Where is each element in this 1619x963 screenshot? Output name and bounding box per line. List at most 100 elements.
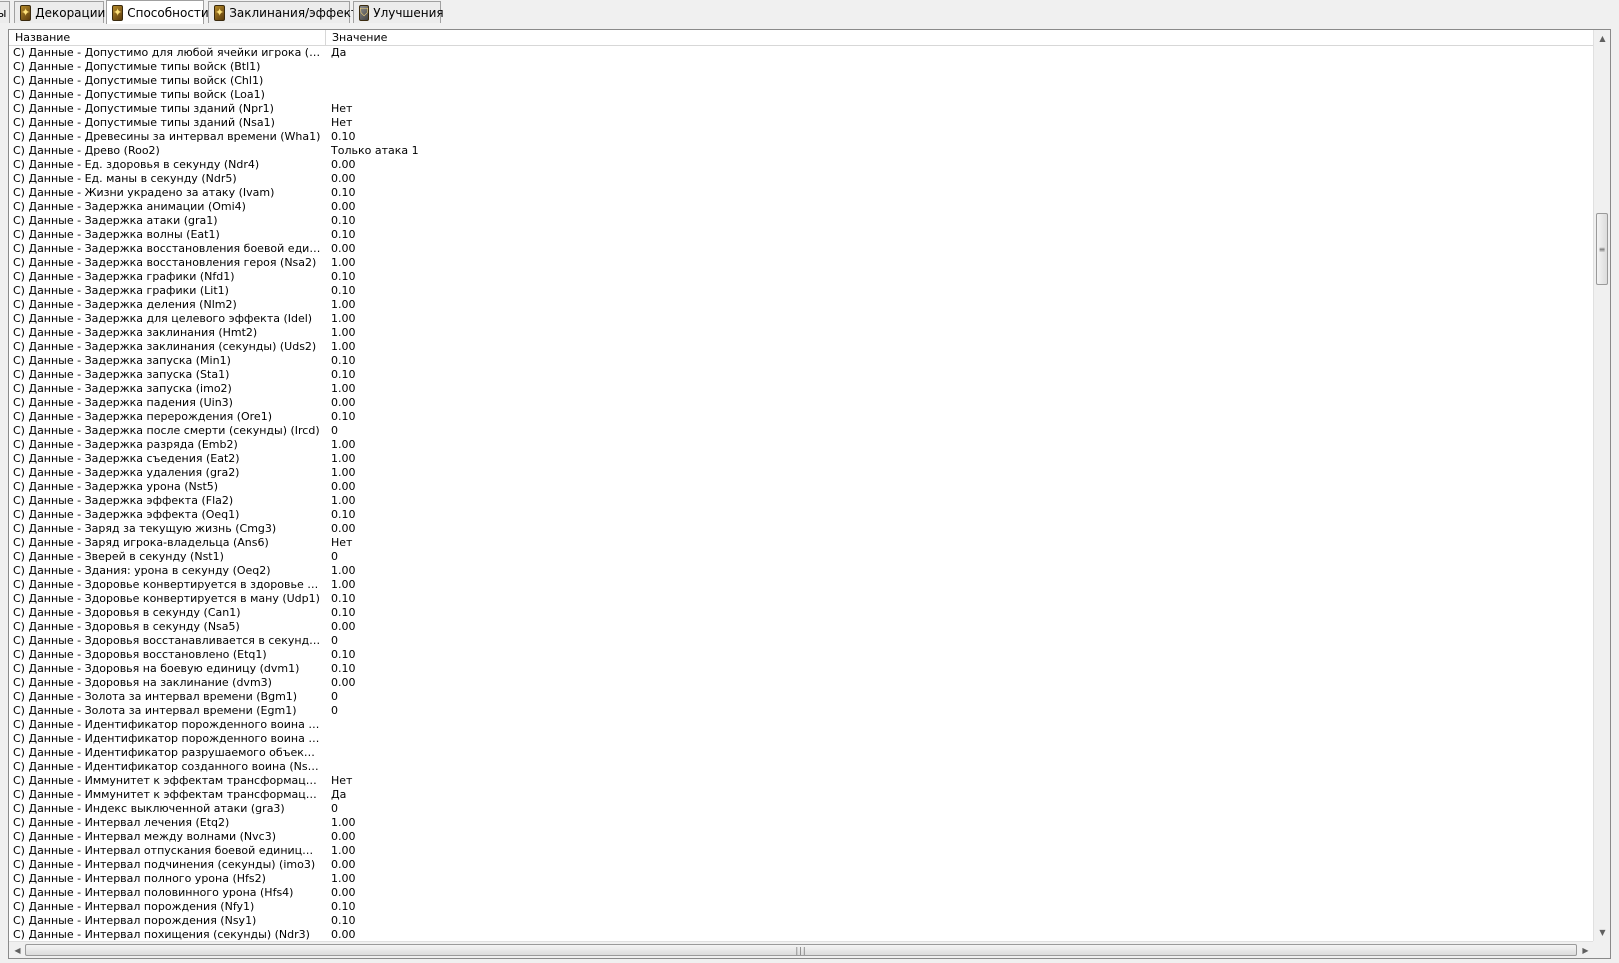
table-row[interactable]: C) Данные - Задержка эффекта (Fla2) 1.00	[9, 494, 1594, 508]
tab-label: Способности	[127, 5, 209, 20]
table-row[interactable]: C) Данные - Ед. маны в секунду (Ndr5) 0.0…	[9, 172, 1594, 186]
table-row[interactable]: C) Данные - Золота за интервал времени (…	[9, 690, 1594, 704]
table-row[interactable]: C) Данные - Допустимые типы войск (Chl1)	[9, 74, 1594, 88]
table-row[interactable]: C) Данные - Задержка заклинания (Hmt2) 1.…	[9, 326, 1594, 340]
table-row[interactable]: C) Данные - Допустимые типы войск (Loa1)	[9, 88, 1594, 102]
table-row[interactable]: C) Данные - Задержка деления (Nlm2) 1.00	[9, 298, 1594, 312]
property-value: 1.00	[331, 452, 356, 465]
table-row[interactable]: C) Данные - Задержка волны (Eat1) 0.10	[9, 228, 1594, 242]
table-row[interactable]: C) Данные - Идентификатор порожденного в…	[9, 732, 1594, 746]
property-value: 0	[331, 802, 338, 815]
horizontal-scrollbar[interactable]: ◀ ||| ▶	[9, 941, 1594, 958]
table-row[interactable]: C) Данные - Допустимые типы зданий (Nsa1…	[9, 116, 1594, 130]
property-value: 0.00	[331, 172, 356, 185]
table-row[interactable]: C) Данные - Интервал между волнами (Nvc3…	[9, 830, 1594, 844]
table-row[interactable]: C) Данные - Заряд игрока-владельца (Ans6…	[9, 536, 1594, 550]
property-name: C) Данные - Интервал половинного урона (…	[13, 886, 294, 899]
table-row[interactable]: C) Данные - Интервал лечения (Etq2) 1.00	[9, 816, 1594, 830]
property-value: 1.00	[331, 816, 356, 829]
tab-abilities[interactable]: ✦ Способности	[106, 0, 209, 24]
table-row[interactable]: C) Данные - Задержка перерождения (Ore1)…	[9, 410, 1594, 424]
property-value: 0.10	[331, 410, 356, 423]
table-row[interactable]: C) Данные - Здоровья на боевую единицу (…	[9, 662, 1594, 676]
property-value: 1.00	[331, 844, 356, 857]
table-row[interactable]: C) Данные - Здания: урона в секунду (Oeq…	[9, 564, 1594, 578]
table-row[interactable]: C) Данные - Задержка запуска (imo2) 1.00	[9, 382, 1594, 396]
table-row[interactable]: C) Данные - Допустимые типы войск (Btl1)	[9, 60, 1594, 74]
table-row[interactable]: C) Данные - Задержка анимации (Omi4) 0.00	[9, 200, 1594, 214]
table-row[interactable]: C) Данные - Задержка разряда (Emb2) 1.00	[9, 438, 1594, 452]
table-row[interactable]: C) Данные - Идентификатор разрушаемого о…	[9, 746, 1594, 760]
scroll-right-icon[interactable]: ▶	[1577, 942, 1594, 958]
tab-bar: ы ✦ Декорации ✦ Способности ✦ Заклинания…	[0, 0, 1619, 28]
table-row[interactable]: C) Данные - Задержка графики (Lit1) 0.10	[9, 284, 1594, 298]
property-value: 0.10	[331, 914, 356, 927]
table-row[interactable]: C) Данные - Индекс выключенной атаки (gr…	[9, 802, 1594, 816]
decoration-icon: ✦	[20, 4, 32, 21]
scroll-left-icon[interactable]: ◀	[9, 942, 26, 958]
table-row[interactable]: C) Данные - Задержка графики (Nfd1) 0.10	[9, 270, 1594, 284]
table-row[interactable]: C) Данные - Зверей в секунду (Nst1) 0	[9, 550, 1594, 564]
table-row[interactable]: C) Данные - Здоровье конвертируется в зд…	[9, 578, 1594, 592]
scroll-up-icon[interactable]: ▲	[1594, 30, 1610, 47]
table-row[interactable]: C) Данные - Задержка восстановления боев…	[9, 242, 1594, 256]
property-name: C) Данные - Допустимые типы зданий (Npr1…	[13, 102, 274, 115]
property-name: C) Данные - Интервал полного урона (Hfs2…	[13, 872, 266, 885]
table-row[interactable]: C) Данные - Здоровья на заклинание (dvm3…	[9, 676, 1594, 690]
vertical-scrollbar[interactable]: ▲ ≡ ▼	[1593, 30, 1610, 941]
table-row[interactable]: C) Данные - Задержка восстановления геро…	[9, 256, 1594, 270]
table-row[interactable]: C) Данные - Интервал подчинения (секунды…	[9, 858, 1594, 872]
column-header-name[interactable]: Название	[9, 30, 326, 45]
tab-partial[interactable]: ы	[0, 1, 10, 23]
table-row[interactable]: C) Данные - Идентификатор порожденного в…	[9, 718, 1594, 732]
tab-label: ы	[0, 5, 7, 20]
table-row[interactable]: C) Данные - Здоровья восстановлено (Etq1…	[9, 648, 1594, 662]
table-row[interactable]: C) Данные - Задержка заклинания (секунды…	[9, 340, 1594, 354]
table-row[interactable]: C) Данные - Древесины за интервал времен…	[9, 130, 1594, 144]
property-name: C) Данные - Задержка графики (Nfd1)	[13, 270, 235, 283]
table-row[interactable]: C) Данные - Интервал полного урона (Hfs2…	[9, 872, 1594, 886]
table-row[interactable]: C) Данные - Иммунитет к эффектам трансфо…	[9, 788, 1594, 802]
table-row[interactable]: C) Данные - Интервал половинного урона (…	[9, 886, 1594, 900]
table-row[interactable]: C) Данные - Допустимые типы зданий (Npr1…	[9, 102, 1594, 116]
tab-spells-effects[interactable]: ✦ Заклинания/эффекты	[208, 1, 367, 23]
table-row[interactable]: C) Данные - Ед. здоровья в секунду (Ndr4…	[9, 158, 1594, 172]
properties-list[interactable]: Название Значение C) Данные - Допустимо …	[8, 29, 1611, 959]
table-row[interactable]: C) Данные - Задержка для целевого эффект…	[9, 312, 1594, 326]
scroll-down-icon[interactable]: ▼	[1594, 924, 1610, 941]
tab-upgrades[interactable]: ⛉ Улучшения	[353, 1, 444, 23]
table-row[interactable]: C) Данные - Заряд за текущую жизнь (Cmg3…	[9, 522, 1594, 536]
property-value: 1.00	[331, 382, 356, 395]
horizontal-scroll-thumb[interactable]: |||	[25, 944, 1577, 956]
table-row[interactable]: C) Данные - Интервал порождения (Nsy1) 0.…	[9, 914, 1594, 928]
table-row[interactable]: C) Данные - Здоровья восстанавливается в…	[9, 634, 1594, 648]
table-row[interactable]: C) Данные - Задержка съедения (Eat2) 1.00	[9, 452, 1594, 466]
property-value: 0.00	[331, 928, 356, 941]
table-row[interactable]: C) Данные - Задержка после смерти (секун…	[9, 424, 1594, 438]
table-row[interactable]: C) Данные - Древо (Roo2) Только атака 1	[9, 144, 1594, 158]
table-row[interactable]: C) Данные - Задержка запуска (Min1) 0.10	[9, 354, 1594, 368]
property-value: 0.10	[331, 592, 356, 605]
table-row[interactable]: C) Данные - Допустимо для любой ячейки и…	[9, 46, 1594, 60]
table-row[interactable]: C) Данные - Задержка эффекта (Oeq1) 0.10	[9, 508, 1594, 522]
table-row[interactable]: C) Данные - Интервал отпускания боевой е…	[9, 844, 1594, 858]
table-row[interactable]: C) Данные - Задержка удаления (gra2) 1.00	[9, 466, 1594, 480]
table-row[interactable]: C) Данные - Интервал похищения (секунды)…	[9, 928, 1594, 942]
table-row[interactable]: C) Данные - Задержка запуска (Sta1) 0.10	[9, 368, 1594, 382]
table-row[interactable]: C) Данные - Интервал порождения (Nfy1) 0.…	[9, 900, 1594, 914]
table-row[interactable]: C) Данные - Здоровья в секунду (Can1) 0.1…	[9, 606, 1594, 620]
table-row[interactable]: C) Данные - Задержка урона (Nst5) 0.00	[9, 480, 1594, 494]
vertical-scroll-thumb[interactable]: ≡	[1596, 213, 1608, 285]
table-row[interactable]: C) Данные - Здоровье конвертируется в ма…	[9, 592, 1594, 606]
table-row[interactable]: C) Данные - Жизни украдено за атаку (Iva…	[9, 186, 1594, 200]
table-row[interactable]: C) Данные - Иммунитет к эффектам трансфо…	[9, 774, 1594, 788]
table-row[interactable]: C) Данные - Здоровья в секунду (Nsa5) 0.0…	[9, 620, 1594, 634]
tab-decorations[interactable]: ✦ Декорации	[14, 1, 105, 23]
table-row[interactable]: C) Данные - Задержка атаки (gra1) 0.10	[9, 214, 1594, 228]
property-name: C) Данные - Задержка волны (Eat1)	[13, 228, 220, 241]
property-value: 0.10	[331, 662, 356, 675]
column-header-value[interactable]: Значение	[326, 30, 926, 45]
table-row[interactable]: C) Данные - Задержка падения (Uin3) 0.00	[9, 396, 1594, 410]
table-row[interactable]: C) Данные - Золота за интервал времени (…	[9, 704, 1594, 718]
table-row[interactable]: C) Данные - Идентификатор созданного вои…	[9, 760, 1594, 774]
